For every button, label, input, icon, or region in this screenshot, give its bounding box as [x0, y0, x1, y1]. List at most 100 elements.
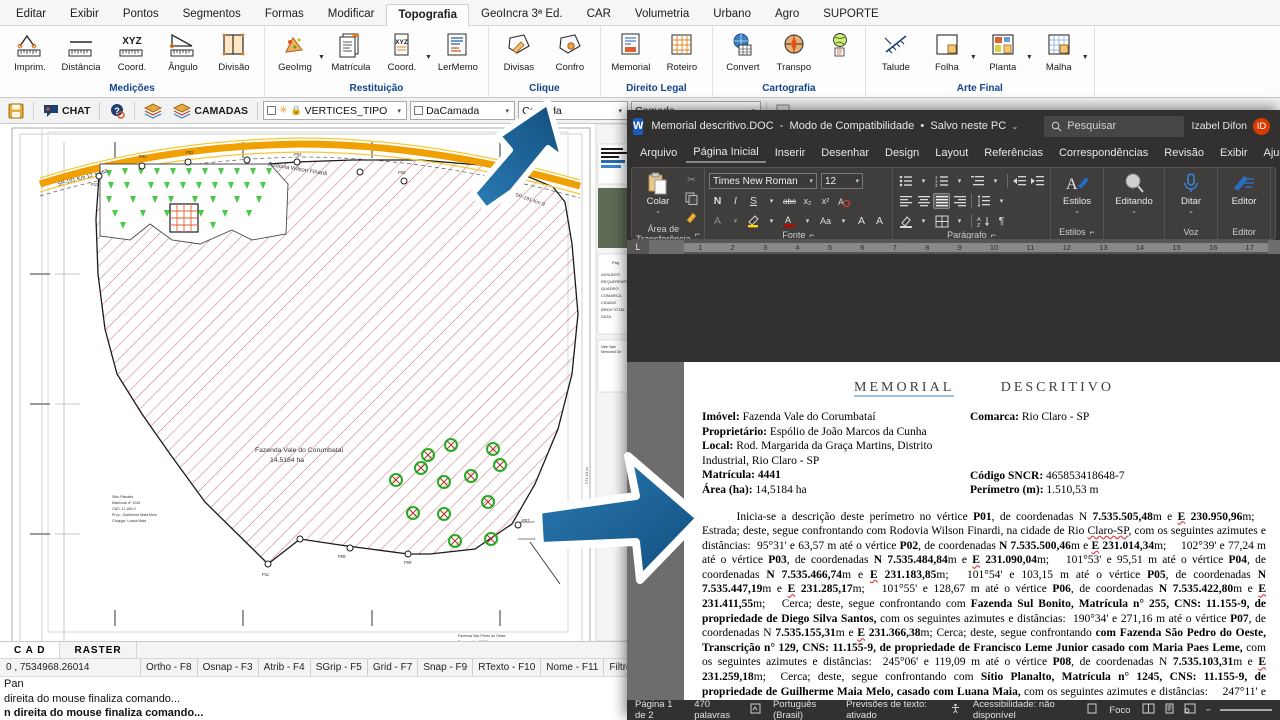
help-icon[interactable]: ? — [105, 101, 129, 121]
multilevel-list-icon[interactable] — [969, 173, 986, 189]
line-spacing-icon[interactable] — [975, 193, 992, 209]
cad-tab-pontos[interactable]: Pontos — [111, 3, 171, 25]
focus-icon[interactable] — [1087, 703, 1097, 717]
chevron-down-icon-title[interactable]: ⌄ — [1009, 122, 1019, 131]
cad-toggle-snap[interactable]: Snap - F9 — [417, 658, 472, 677]
decrease-indent-icon[interactable] — [1011, 173, 1028, 189]
chevron-down-icon-coord[interactable]: ▼ — [425, 42, 432, 61]
word-text-predictions[interactable]: Previsões de texto: ativado — [846, 699, 938, 720]
cad-btn-imprim[interactable]: Imprim. — [5, 29, 55, 73]
format-painter-icon[interactable] — [683, 208, 700, 224]
paragraph-marks-icon[interactable]: ¶ — [993, 213, 1010, 229]
align-center-icon[interactable] — [915, 193, 932, 209]
shrink-font-button[interactable]: A — [871, 213, 888, 229]
cad-toggle-grid[interactable]: Grid - F7 — [366, 658, 417, 677]
borders-icon[interactable] — [933, 213, 950, 229]
dialog-launcher-styles[interactable]: ⌐ — [1090, 227, 1095, 237]
cad-btn-confro[interactable]: Confro — [545, 29, 595, 73]
chevron-down-icon-styles[interactable]: ⌄ — [1074, 207, 1080, 215]
chevron-down-icon-multilevel[interactable]: ▾ — [987, 173, 1004, 189]
chevron-down-icon-numbering[interactable]: ▾ — [951, 173, 968, 189]
word-page-indicator[interactable]: Página 1 de 2 — [635, 699, 682, 720]
word-tab-referencias[interactable]: Referências — [977, 145, 1050, 162]
word-focus[interactable]: Foco — [1109, 705, 1130, 716]
cad-toggle-sgrip[interactable]: SGrip - F5 — [309, 658, 367, 677]
cad-btn-coord[interactable]: XYZ Coord. — [107, 29, 157, 73]
align-right-icon[interactable] — [951, 193, 968, 209]
word-tab-correspondencias[interactable]: Correspondências — [1052, 145, 1155, 162]
cad-toggle-nome[interactable]: Nome - F11 — [540, 658, 603, 677]
layer-on-checkbox[interactable] — [267, 106, 277, 115]
word-horizontal-ruler[interactable]: L 1 2 3 4 5 6 7 8 9 10 11 12 13 14 15 16… — [627, 240, 1280, 254]
word-tab-arquivo[interactable]: Arquivo — [633, 145, 684, 162]
cad-tab-car[interactable]: CAR — [575, 3, 623, 25]
cad-tab-agro[interactable]: Agro — [763, 3, 811, 25]
word-tab-pagina-inicial[interactable]: Página Inicial — [686, 144, 766, 163]
chevron-down-icon-color[interactable]: ▾ — [503, 107, 513, 115]
chevron-down-icon-geoimg[interactable]: ▼ — [318, 42, 325, 61]
chat-button[interactable]: CHAT — [39, 101, 94, 121]
dialog-launcher-font[interactable]: ⌐ — [809, 230, 814, 239]
dialog-launcher-paragraph[interactable]: ⌐ — [991, 230, 996, 239]
cad-tab-volumetria[interactable]: Volumetria — [623, 3, 701, 25]
chevron-down-icon-fontsize[interactable]: ▾ — [851, 177, 859, 185]
cad-tab-segmentos[interactable]: Segmentos — [171, 3, 253, 25]
chevron-down-icon-linespacing[interactable]: ▾ — [993, 193, 1010, 209]
chevron-down-icon-planta[interactable]: ▼ — [1026, 42, 1033, 61]
cad-tab-formas[interactable]: Formas — [253, 3, 316, 25]
cad-btn-divisas[interactable]: Divisas — [494, 29, 544, 73]
word-word-count[interactable]: 470 palavras — [694, 699, 738, 720]
word-tab-layout[interactable]: Layout — [928, 145, 975, 162]
cad-btn-planta[interactable]: Planta — [978, 29, 1028, 73]
clear-formatting-icon[interactable]: A — [835, 193, 852, 209]
cad-toggle-osnap[interactable]: Osnap - F3 — [196, 658, 258, 677]
numbered-list-icon[interactable]: 123 — [933, 173, 950, 189]
scissors-icon[interactable]: ✂ — [683, 172, 700, 188]
color-select[interactable]: DaCamada ▾ — [410, 101, 516, 120]
layer-select[interactable]: ✳ 🔒 VERTICES_TIPO ▾ — [263, 101, 408, 120]
bold-button[interactable]: N — [709, 193, 726, 209]
chevron-down-icon-font[interactable]: ▾ — [805, 177, 813, 185]
cad-tab-urbano[interactable]: Urbano — [701, 3, 763, 25]
layers-stack-icon[interactable] — [140, 101, 166, 121]
word-language[interactable]: Português (Brasil) — [773, 699, 834, 720]
grow-font-button[interactable]: A — [853, 213, 870, 229]
chevron-down-icon-dictate[interactable]: ⌄ — [1188, 207, 1194, 215]
cad-toggle-ortho[interactable]: Ortho - F8 — [140, 658, 197, 677]
editing-button[interactable]: Editando ⌄ — [1108, 170, 1160, 215]
word-accessibility[interactable]: Acessibilidade: não disponível — [973, 699, 1075, 720]
align-justify-icon[interactable] — [933, 193, 950, 209]
change-case-button[interactable]: Aa — [817, 213, 834, 229]
strikethrough-button[interactable]: abc — [781, 193, 798, 209]
accessibility-icon[interactable] — [950, 703, 961, 717]
word-tab-design[interactable]: Design — [878, 145, 926, 162]
chevron-down-icon-underline[interactable]: ▾ — [763, 193, 780, 209]
chevron-down-icon-effects[interactable]: ▾ — [727, 213, 744, 229]
cad-btn-angulo[interactable]: Ângulo — [158, 29, 208, 73]
chevron-down-icon-paste[interactable]: ⌄ — [655, 207, 661, 215]
editor-button[interactable]: Editor — [1222, 170, 1266, 207]
cad-tab-geoincra[interactable]: GeoIncra 3ª Ed. — [469, 3, 575, 25]
chevron-down-icon-borders[interactable]: ▾ — [951, 213, 968, 229]
chevron-down-icon-case[interactable]: ▾ — [835, 213, 852, 229]
word-tab-revisao[interactable]: Revisão — [1157, 145, 1211, 162]
print-layout-icon[interactable] — [1164, 703, 1175, 717]
word-document-area[interactable]: MEMORIAL DESCRITIVO Imóvel: Fazenda Vale… — [627, 362, 1280, 706]
shading-icon[interactable] — [897, 213, 914, 229]
zoom-out-button[interactable]: − — [1205, 705, 1211, 716]
bullet-list-icon[interactable] — [897, 173, 914, 189]
font-color-button[interactable]: A — [781, 213, 798, 229]
dialog-launcher-clipboard[interactable]: ⌐ — [695, 229, 700, 239]
cad-tab-topografia[interactable]: Topografia — [386, 4, 470, 26]
font-family-select[interactable]: Times New Roman ▾ — [709, 173, 817, 189]
lock-icon[interactable]: 🔒 — [290, 105, 301, 116]
subscript-button[interactable]: x₂ — [799, 193, 816, 209]
cad-btn-roteiro[interactable]: Roteiro — [657, 29, 707, 73]
word-page[interactable]: MEMORIAL DESCRITIVO Imóvel: Fazenda Vale… — [684, 362, 1280, 706]
chevron-down-icon-shading[interactable]: ▾ — [915, 213, 932, 229]
cad-tab-suporte[interactable]: SUPORTE — [811, 3, 890, 25]
chevron-down-icon-fontcolor[interactable]: ▾ — [799, 213, 816, 229]
chevron-down-icon-highlight[interactable]: ▾ — [763, 213, 780, 229]
save-icon[interactable] — [4, 101, 28, 121]
sort-icon[interactable]: AZ — [975, 213, 992, 229]
